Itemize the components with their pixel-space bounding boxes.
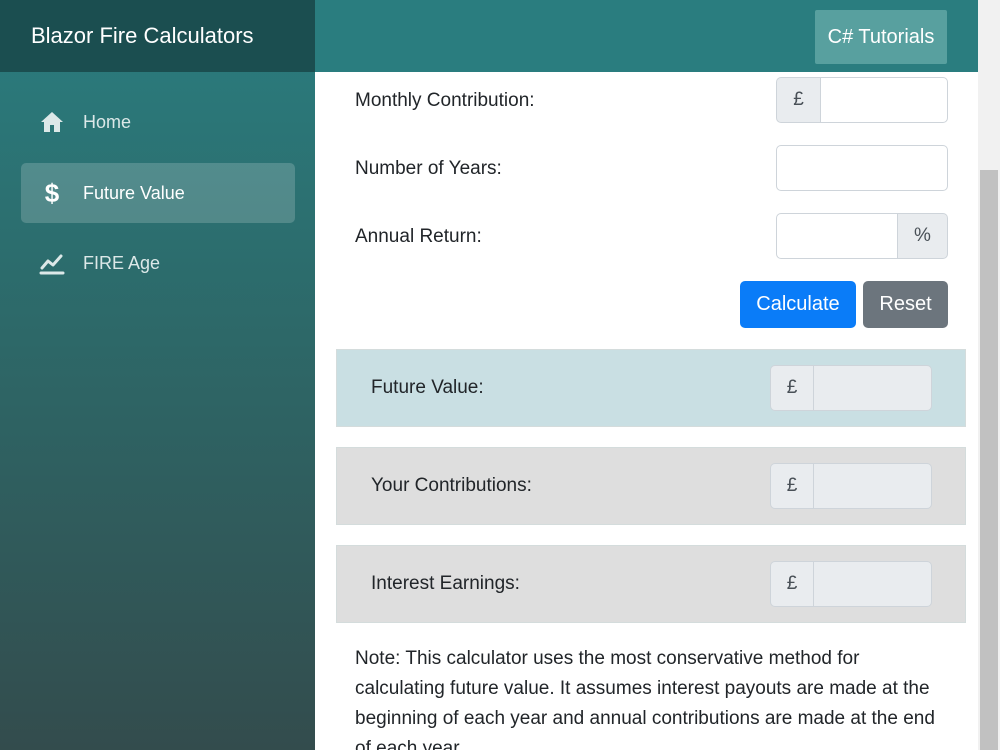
number-of-years-row: Number of Years: [355, 145, 948, 193]
scrollbar[interactable] [978, 0, 1000, 750]
chart-line-icon [39, 250, 65, 276]
future-value-card: Future Value: £ [336, 349, 966, 427]
sidebar-item-fire-age[interactable]: FIRE Age [21, 233, 295, 293]
future-value-group: £ [770, 365, 932, 411]
future-value-output [813, 365, 932, 411]
annual-return-label: Annual Return: [355, 226, 482, 247]
number-of-years-input[interactable] [776, 145, 948, 191]
percent-suffix: % [898, 213, 948, 259]
annual-return-group: % [776, 213, 948, 259]
calculator-note: Note: This calculator uses the most cons… [355, 648, 935, 750]
pound-prefix: £ [770, 365, 813, 411]
number-of-years-group [776, 145, 948, 191]
reset-button[interactable]: Reset [863, 281, 948, 328]
sidebar-item-home[interactable]: Home [21, 92, 295, 152]
pound-prefix: £ [770, 463, 813, 509]
brand-title[interactable]: Blazor Fire Calculators [31, 23, 254, 49]
top-bar: C# Tutorials [315, 0, 978, 72]
sidebar: Blazor Fire Calculators Home $ Future Va… [0, 0, 315, 750]
sidebar-item-future-value[interactable]: $ Future Value [21, 163, 295, 223]
main-content: Monthly Contribution: £ Number of Years:… [315, 72, 978, 750]
future-value-label: Future Value: [371, 377, 484, 398]
pound-prefix: £ [776, 77, 820, 123]
pound-prefix: £ [770, 561, 813, 607]
your-contributions-label: Your Contributions: [371, 475, 532, 496]
interest-earnings-output [813, 561, 932, 607]
sidebar-item-label: Home [83, 111, 132, 132]
home-icon [39, 109, 65, 135]
scrollbar-thumb[interactable] [980, 170, 998, 750]
monthly-contribution-label: Monthly Contribution: [355, 90, 535, 111]
interest-earnings-card: Interest Earnings: £ [336, 545, 966, 623]
csharp-tutorials-link[interactable]: C# Tutorials [815, 10, 947, 64]
your-contributions-card: Your Contributions: £ [336, 447, 966, 525]
your-contributions-output [813, 463, 932, 509]
your-contributions-group: £ [770, 463, 932, 509]
brand-bar: Blazor Fire Calculators [0, 0, 315, 72]
annual-return-input[interactable] [776, 213, 898, 259]
monthly-contribution-input[interactable] [820, 77, 948, 123]
interest-earnings-label: Interest Earnings: [371, 573, 520, 594]
monthly-contribution-row: Monthly Contribution: £ [355, 77, 948, 125]
number-of-years-label: Number of Years: [355, 158, 502, 179]
monthly-contribution-group: £ [776, 77, 948, 123]
annual-return-row: Annual Return: % [355, 213, 948, 261]
interest-earnings-group: £ [770, 561, 932, 607]
sidebar-item-label: FIRE Age [83, 252, 161, 273]
calculate-button[interactable]: Calculate [740, 281, 856, 328]
dollar-icon: $ [44, 178, 60, 208]
sidebar-item-label: Future Value [83, 182, 185, 203]
